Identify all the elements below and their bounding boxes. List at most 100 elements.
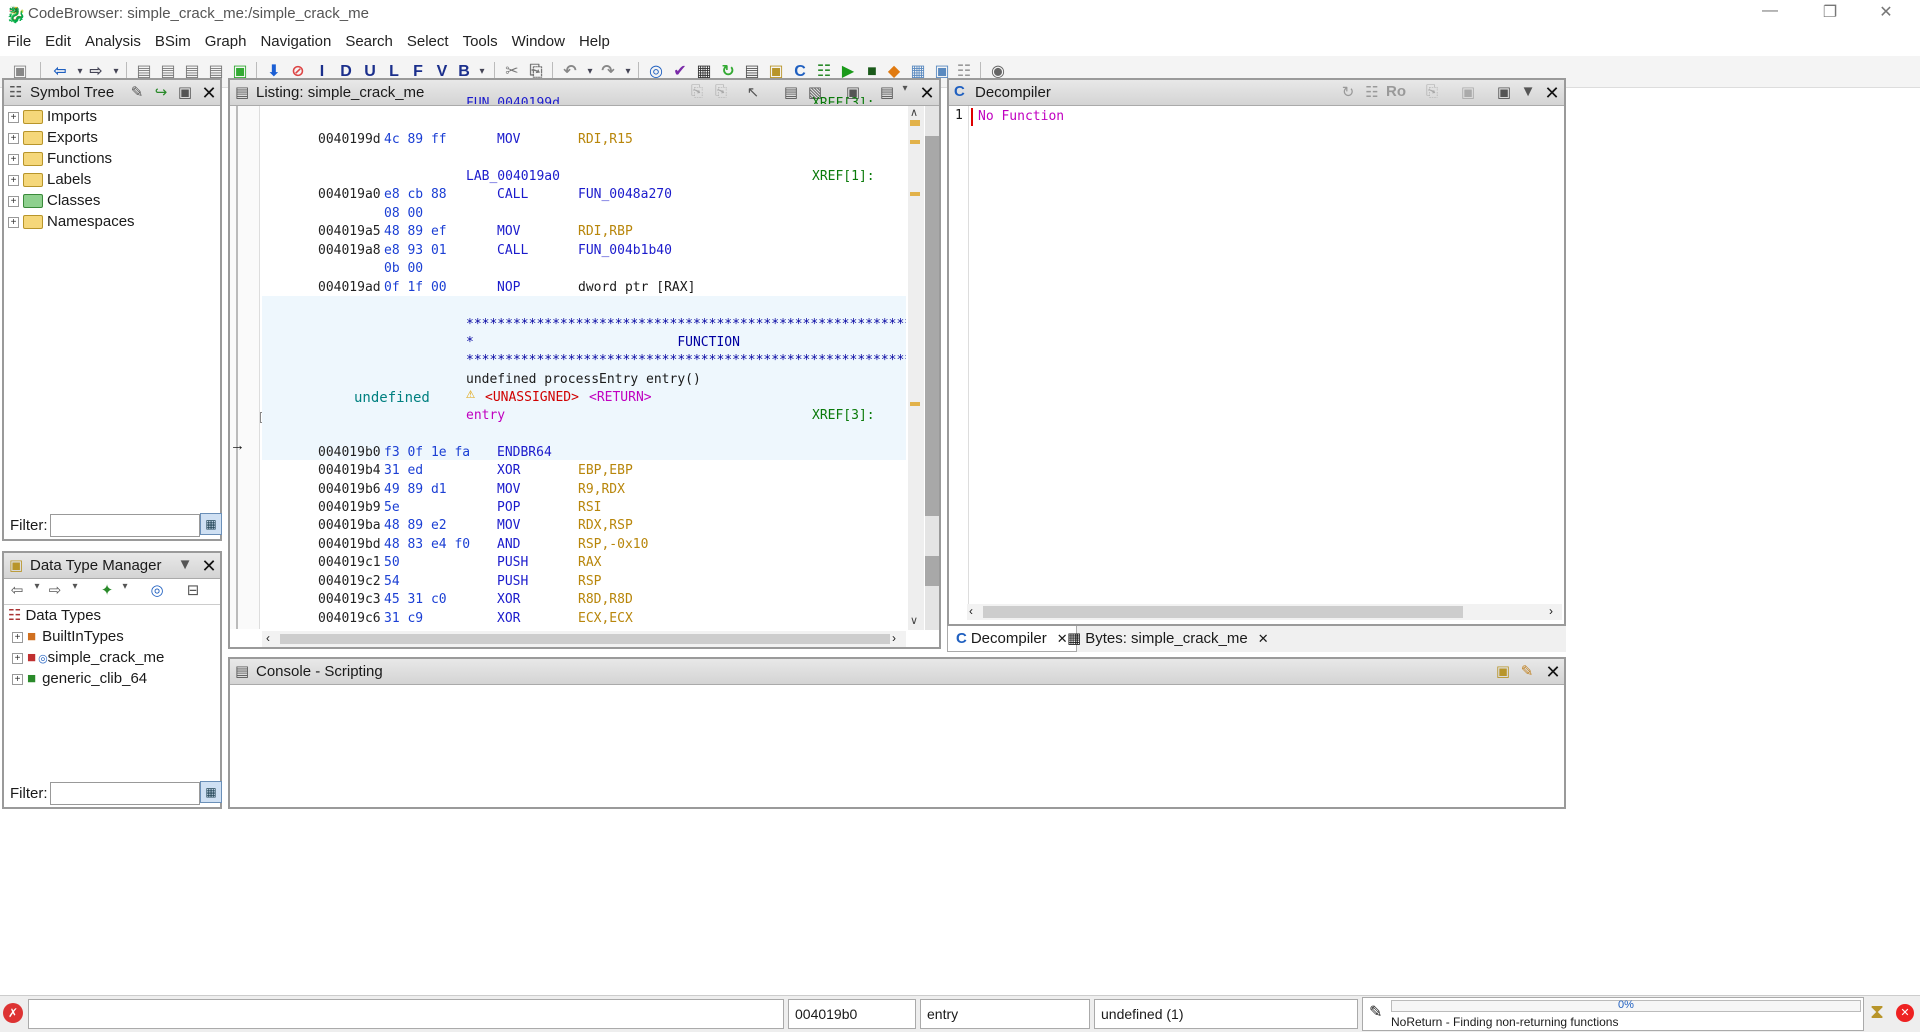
tab-decompiler[interactable]: C Decompiler ✕ bbox=[947, 626, 1077, 652]
close-tab-icon[interactable]: ✕ bbox=[1258, 631, 1269, 646]
scroll-down-icon[interactable]: ∨ bbox=[910, 614, 918, 627]
address: 004019a8 bbox=[318, 243, 381, 258]
export-icon[interactable]: ↪ bbox=[150, 83, 172, 103]
tree-item-classes[interactable]: + Classes bbox=[8, 190, 135, 211]
expand-icon[interactable]: + bbox=[8, 216, 19, 228]
field-edit-icon[interactable]: ▤ bbox=[780, 83, 802, 103]
error-status-icon[interactable]: ✗ bbox=[3, 1003, 23, 1023]
scroll-left-icon[interactable]: ‹ bbox=[266, 631, 270, 645]
expand-icon[interactable]: + bbox=[12, 652, 23, 664]
archive-dropdown-icon[interactable]: ▾ bbox=[114, 581, 136, 601]
scroll-up-icon[interactable]: ∧ bbox=[910, 106, 918, 119]
menu-graph[interactable]: Graph bbox=[198, 30, 254, 53]
dtm-filter: Filter: ▦ bbox=[8, 780, 222, 808]
xref[interactable]: XREF[3]: bbox=[812, 408, 875, 423]
decompiler-title: Decompiler bbox=[975, 84, 1051, 101]
tree-item-labels[interactable]: + Labels bbox=[8, 169, 135, 190]
menu-dropdown-icon[interactable]: ▼ bbox=[1517, 83, 1539, 103]
listing-vertical-scrollbar[interactable]: ∧ ∨ bbox=[908, 106, 924, 630]
edit-icon[interactable]: ✎ bbox=[126, 83, 148, 103]
overview-bar[interactable] bbox=[925, 106, 939, 630]
expand-icon[interactable]: + bbox=[8, 132, 19, 144]
symbol-filter-input[interactable] bbox=[50, 514, 200, 537]
tree-item-exports[interactable]: + Exports bbox=[8, 127, 135, 148]
menu-analysis[interactable]: Analysis bbox=[78, 30, 148, 53]
dtm-item-generic-clib[interactable]: + ■ generic_clib_64 bbox=[8, 668, 164, 689]
dtm-item-builtin[interactable]: + ■ BuiltInTypes bbox=[8, 626, 164, 647]
expand-icon[interactable]: + bbox=[12, 631, 23, 643]
close-icon[interactable]: ✕ bbox=[916, 83, 938, 103]
close-icon[interactable]: ✕ bbox=[1542, 662, 1564, 682]
bytes: 31 ed bbox=[384, 463, 424, 478]
minimize-button[interactable]: — bbox=[1750, 2, 1790, 26]
options-dropdown-icon[interactable]: ▾ bbox=[894, 83, 916, 103]
tree-item-functions[interactable]: + Functions bbox=[8, 148, 135, 169]
expand-icon[interactable]: + bbox=[8, 195, 19, 207]
expand-icon[interactable]: + bbox=[8, 153, 19, 165]
h-scroll-thumb[interactable] bbox=[983, 606, 1463, 618]
paste-icon[interactable]: ⎘ bbox=[710, 83, 732, 103]
menu-navigation[interactable]: Navigation bbox=[253, 30, 338, 53]
close-icon[interactable]: ✕ bbox=[198, 556, 220, 576]
clear-icon[interactable]: ✎ bbox=[1516, 662, 1538, 682]
function-signature[interactable]: undefined processEntry entry() bbox=[466, 372, 701, 387]
close-window-button[interactable]: ✕ bbox=[1866, 2, 1906, 26]
mnemonic: NOP bbox=[497, 280, 521, 295]
menu-tools[interactable]: Tools bbox=[456, 30, 505, 53]
tab-bytes[interactable]: ▦ Bytes: simple_crack_me ✕ bbox=[1059, 626, 1277, 652]
forward-icon[interactable]: ⇨ bbox=[44, 581, 66, 601]
window-title: CodeBrowser: simple_crack_me:/simple_cra… bbox=[28, 5, 369, 22]
export-icon[interactable]: ▣ bbox=[1457, 83, 1479, 103]
refresh-icon[interactable]: ↻ bbox=[1337, 83, 1359, 103]
scroll-right-icon[interactable]: › bbox=[1549, 604, 1553, 618]
overview-thumb[interactable] bbox=[925, 136, 939, 516]
menu-file[interactable]: File bbox=[0, 30, 38, 53]
menu-help[interactable]: Help bbox=[572, 30, 617, 53]
menu-edit[interactable]: Edit bbox=[38, 30, 78, 53]
title-bar: 🐉 CodeBrowser: simple_crack_me:/simple_c… bbox=[0, 0, 1920, 30]
scroll-left-icon[interactable]: ‹ bbox=[969, 604, 973, 618]
menu-window[interactable]: Window bbox=[505, 30, 572, 53]
lock-icon[interactable]: ▣ bbox=[1492, 662, 1514, 682]
forward-dropdown-icon[interactable]: ▾ bbox=[64, 581, 86, 601]
dtm-filter-input[interactable] bbox=[50, 782, 200, 805]
expand-icon[interactable]: + bbox=[12, 673, 23, 685]
filter-options-icon[interactable]: ▦ bbox=[200, 513, 222, 535]
close-icon[interactable]: ✕ bbox=[198, 83, 220, 103]
expand-icon[interactable]: + bbox=[8, 174, 19, 186]
listing-horizontal-scrollbar[interactable]: ‹ › bbox=[262, 631, 906, 647]
h-scroll-thumb[interactable] bbox=[280, 634, 890, 644]
dtm-root[interactable]: ☷ Data Types bbox=[8, 605, 164, 626]
operands: RDI,RBP bbox=[578, 224, 633, 239]
restore-button[interactable]: ❐ bbox=[1810, 2, 1850, 26]
cancel-task-icon[interactable]: ✕ bbox=[1896, 1004, 1914, 1022]
menu-select[interactable]: Select bbox=[400, 30, 456, 53]
sync-icon[interactable]: ◎ bbox=[146, 581, 168, 601]
snapshot-icon[interactable]: ▣ bbox=[174, 83, 196, 103]
entry-label[interactable]: entry bbox=[466, 408, 505, 423]
scroll-right-icon[interactable]: › bbox=[892, 631, 896, 645]
bytes: f3 0f 1e fa bbox=[384, 445, 471, 460]
copy-icon[interactable]: ⎘ bbox=[1421, 83, 1443, 103]
copy-icon[interactable]: ⎘ bbox=[686, 83, 708, 103]
console-output[interactable] bbox=[230, 685, 1564, 807]
operands: FUN_0048a270 bbox=[578, 187, 672, 202]
back-icon[interactable]: ⇦ bbox=[6, 581, 28, 601]
collapse-icon[interactable]: ⊟ bbox=[182, 581, 204, 601]
tree-item-namespaces[interactable]: + Namespaces bbox=[8, 211, 135, 232]
filter-options-icon[interactable]: ▦ bbox=[200, 781, 222, 803]
menu-search[interactable]: Search bbox=[338, 30, 400, 53]
decompiler-horizontal-scrollbar[interactable]: ‹ › bbox=[967, 604, 1562, 620]
close-icon[interactable]: ✕ bbox=[1541, 83, 1563, 103]
tree-item-imports[interactable]: + Imports bbox=[8, 106, 135, 127]
read-only-icon[interactable]: Ro bbox=[1385, 83, 1407, 103]
dtm-item-program[interactable]: + ■ ◎simple_crack_me bbox=[8, 647, 164, 668]
expand-icon[interactable]: + bbox=[8, 111, 19, 123]
menu-dropdown-icon[interactable]: ▼ bbox=[174, 556, 196, 576]
cursor-icon[interactable]: ↖ bbox=[742, 83, 764, 103]
menu-bsim[interactable]: BSim bbox=[148, 30, 198, 53]
graph-icon[interactable]: ☷ bbox=[1361, 83, 1383, 103]
warning-icon: ⚠ bbox=[466, 384, 476, 402]
snapshot-icon[interactable]: ▣ bbox=[1493, 83, 1515, 103]
progress-text: 0% bbox=[1618, 999, 1634, 1011]
